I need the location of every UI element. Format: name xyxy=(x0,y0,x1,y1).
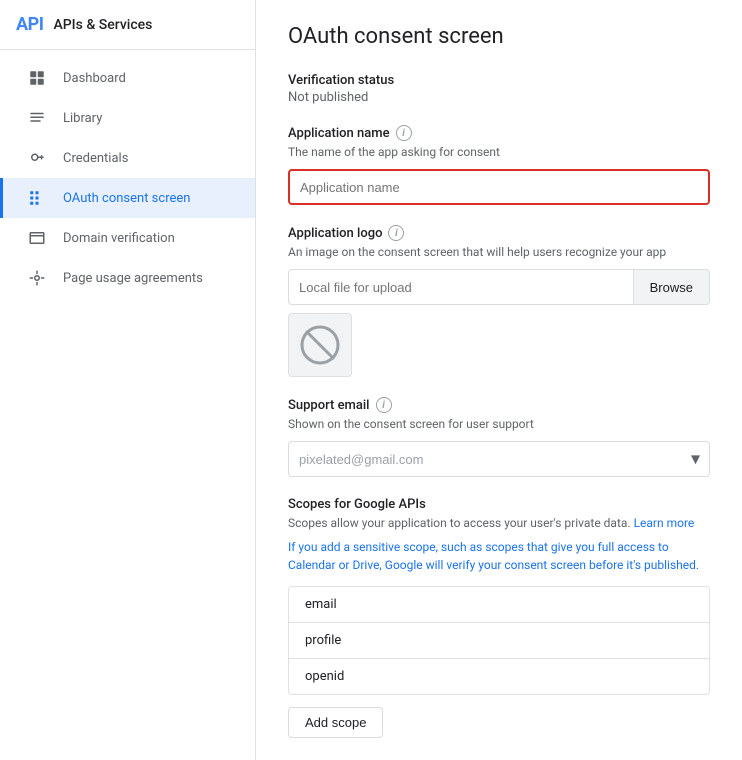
scopes-learn-more-link[interactable]: Learn more xyxy=(634,516,695,530)
sidebar-item-domain-verification[interactable]: Domain verification xyxy=(0,218,255,258)
support-email-info-icon[interactable]: i xyxy=(376,397,392,413)
scopes-warning: If you add a sensitive scope, such as sc… xyxy=(288,538,710,574)
scope-item-email: email xyxy=(289,587,709,623)
application-name-desc: The name of the app asking for consent xyxy=(288,143,710,161)
sidebar-item-credentials[interactable]: Credentials xyxy=(0,138,255,178)
support-email-section: Support email i Shown on the consent scr… xyxy=(288,397,710,477)
application-name-input[interactable] xyxy=(288,169,710,205)
sidebar-item-domain-verification-label: Domain verification xyxy=(63,231,175,246)
dashboard-icon xyxy=(27,68,47,88)
domain-verification-icon xyxy=(27,228,47,248)
sidebar-item-oauth-consent[interactable]: OAuth consent screen xyxy=(0,178,255,218)
scope-item-profile: profile xyxy=(289,623,709,659)
scopes-desc: Scopes allow your application to access … xyxy=(288,514,710,532)
sidebar: API APIs & Services Dashboard xyxy=(0,0,256,760)
scopes-list: email profile openid xyxy=(288,586,710,695)
browse-button[interactable]: Browse xyxy=(633,269,709,305)
verification-status-label: Verification status xyxy=(288,73,710,88)
application-name-section: Application name i The name of the app a… xyxy=(288,125,710,205)
application-name-info-icon[interactable]: i xyxy=(396,125,412,141)
verification-status-value: Not published xyxy=(288,90,710,105)
file-upload-input[interactable] xyxy=(289,280,633,295)
no-image-icon xyxy=(300,325,340,365)
verification-status-section: Verification status Not published xyxy=(288,73,710,105)
scope-item-openid: openid xyxy=(289,659,709,694)
credentials-icon xyxy=(27,148,47,168)
sidebar-item-dashboard[interactable]: Dashboard xyxy=(0,58,255,98)
sidebar-item-page-usage[interactable]: Page usage agreements xyxy=(0,258,255,298)
sidebar-item-oauth-consent-label: OAuth consent screen xyxy=(63,191,190,206)
image-placeholder xyxy=(288,313,352,377)
sidebar-nav: Dashboard Library Credentials xyxy=(0,50,255,306)
library-icon xyxy=(27,108,47,128)
sidebar-item-library-label: Library xyxy=(63,111,102,126)
scopes-section: Scopes for Google APIs Scopes allow your… xyxy=(288,497,710,758)
application-logo-desc: An image on the consent screen that will… xyxy=(288,243,710,261)
application-name-label: Application name i xyxy=(288,125,710,141)
page-title: OAuth consent screen xyxy=(288,24,710,49)
add-scope-button[interactable]: Add scope xyxy=(288,707,383,738)
support-email-select[interactable]: pixelated@gmail.com xyxy=(288,441,710,477)
application-logo-label: Application logo i xyxy=(288,225,710,241)
api-logo: API xyxy=(16,14,43,35)
sidebar-item-page-usage-label: Page usage agreements xyxy=(63,271,203,286)
page-usage-icon xyxy=(27,268,47,288)
sidebar-title: APIs & Services xyxy=(53,17,152,33)
file-upload-row: Browse xyxy=(288,269,710,305)
application-logo-info-icon[interactable]: i xyxy=(388,225,404,241)
oauth-consent-icon xyxy=(27,188,47,208)
scopes-label: Scopes for Google APIs xyxy=(288,497,710,512)
main-content: OAuth consent screen Verification status… xyxy=(256,0,742,760)
sidebar-item-library[interactable]: Library xyxy=(0,98,255,138)
support-email-desc: Shown on the consent screen for user sup… xyxy=(288,415,710,433)
support-email-label: Support email i xyxy=(288,397,710,413)
support-email-select-row: pixelated@gmail.com ▾ xyxy=(288,441,710,477)
sidebar-header: API APIs & Services xyxy=(0,0,255,50)
sidebar-item-credentials-label: Credentials xyxy=(63,151,128,166)
application-logo-section: Application logo i An image on the conse… xyxy=(288,225,710,377)
sidebar-item-dashboard-label: Dashboard xyxy=(63,71,126,86)
